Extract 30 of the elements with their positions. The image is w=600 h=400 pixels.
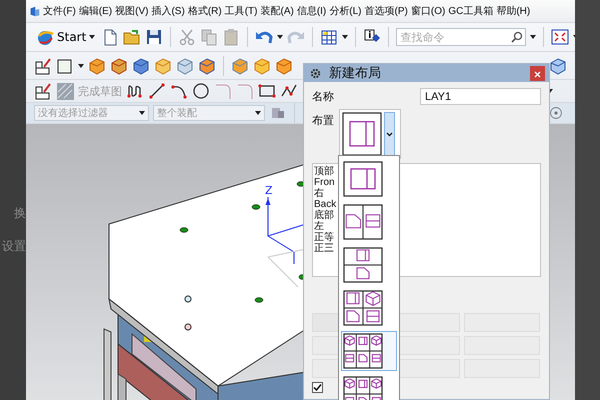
menu-item[interactable]: 编辑(E) [78,3,112,19]
menu-item[interactable]: 窗口(O) [410,3,446,19]
view-list-item[interactable]: 右 [314,188,539,199]
view-list-item[interactable]: 正三 [314,243,539,254]
side-text: 设置 [2,238,26,255]
name-label: 名称 [312,90,334,104]
menu-item[interactable]: 视图(V) [115,3,148,19]
view-list-item[interactable]: 正等 [314,232,539,243]
view-list-item[interactable]: 左 [314,221,539,232]
view-list-item[interactable]: Fron [314,177,539,188]
dialog-title: 新建布局 [329,64,381,82]
menu-item[interactable]: 插入(S) [151,3,185,19]
menu-item[interactable]: 格式(R) [188,3,222,19]
axis-label: Z [265,184,273,197]
menu-item[interactable]: 分析(L) [329,3,362,19]
start-button[interactable]: Start [34,28,98,46]
menu-item[interactable]: GC工具箱 [448,3,494,19]
menu-item[interactable]: 装配(A) [260,3,294,19]
menu-item[interactable]: 工具(T) [224,3,258,19]
menu-item[interactable]: 帮助(H) [496,3,530,19]
name-field[interactable]: LAY1 [420,88,541,105]
menu-item[interactable]: 信息(I) [296,3,326,19]
menu-item[interactable]: 首选项(P) [364,3,408,19]
side-text: 换 [14,205,26,222]
view-list-item[interactable]: 顶部 [314,166,539,177]
search-field[interactable]: 查找命令 [396,28,526,46]
view-list-item[interactable]: 底部 [314,210,539,221]
view-list-item[interactable]: Back [314,199,539,210]
layout-label: 布置 [312,114,334,128]
menu-item[interactable]: 文件(F) [43,3,76,19]
